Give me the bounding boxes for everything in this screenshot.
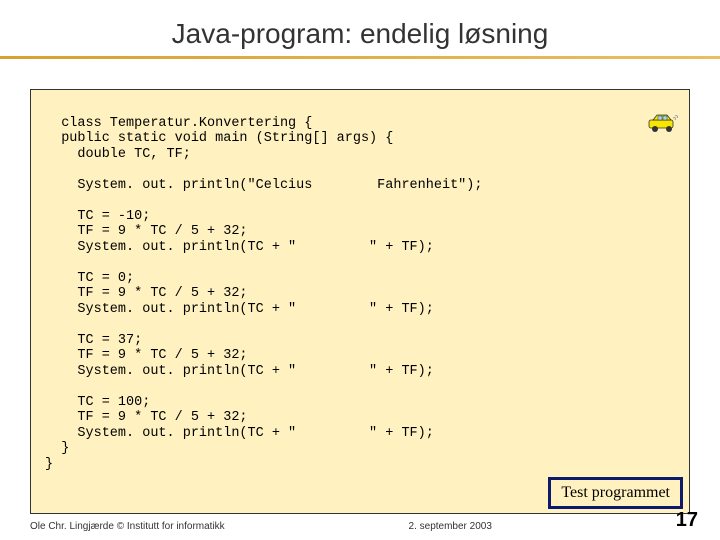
car-icon <box>613 96 681 155</box>
code-block: class Temperatur.Konvertering { public s… <box>30 89 690 514</box>
title-underline <box>0 56 720 59</box>
test-program-button[interactable]: Test programmet <box>548 477 683 509</box>
code-text: class Temperatur.Konvertering { public s… <box>45 116 482 472</box>
footer-author: Ole Chr. Lingjærde © Institutt for infor… <box>30 521 225 532</box>
footer-date: 2. september 2003 <box>409 521 492 532</box>
footer: Ole Chr. Lingjærde © Institutt for infor… <box>0 509 720 532</box>
slide-title: Java-program: endelig løsning <box>0 0 720 56</box>
page-number: 17 <box>676 509 698 532</box>
